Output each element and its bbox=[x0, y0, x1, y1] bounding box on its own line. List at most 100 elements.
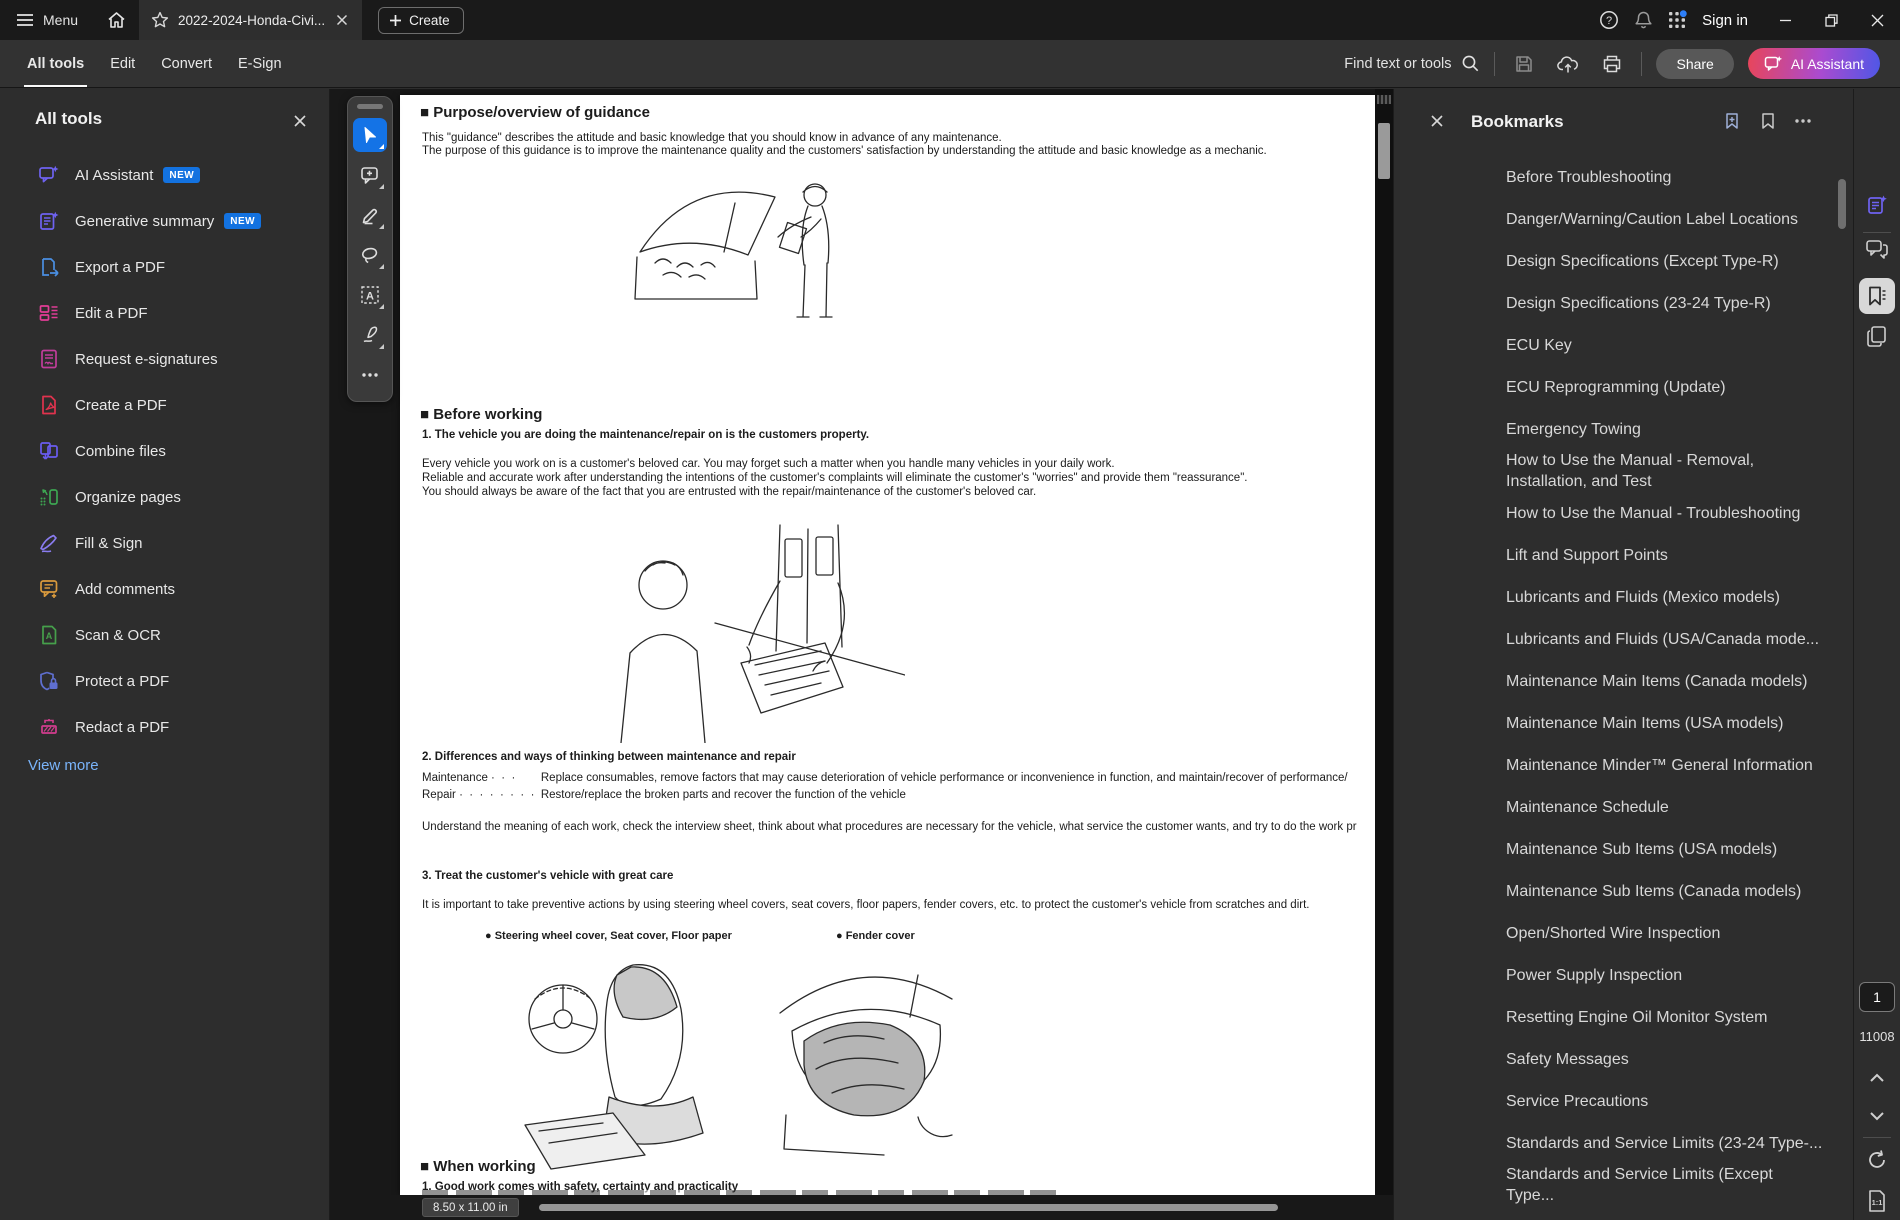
help-button[interactable]: ? bbox=[1592, 0, 1626, 40]
bookmark-item[interactable]: Maintenance Sub Items (USA models) bbox=[1394, 828, 1853, 870]
bookmark-item[interactable]: Standards and Service Limits (23-24 Type… bbox=[1394, 1122, 1853, 1164]
sign-in-button[interactable]: Sign in bbox=[1694, 12, 1762, 29]
sidebar-tool-item[interactable]: Export a PDF bbox=[0, 244, 329, 290]
vertical-scrollbar-thumb[interactable] bbox=[1378, 123, 1390, 179]
plus-icon bbox=[389, 14, 402, 27]
sidebar-tool-item[interactable]: Generative summary NEW bbox=[0, 198, 329, 244]
apps-button[interactable] bbox=[1660, 0, 1694, 40]
minimize-button[interactable] bbox=[1762, 0, 1808, 40]
bookmark-item[interactable]: Power Supply Inspection bbox=[1394, 954, 1853, 996]
add-comment-tool[interactable] bbox=[353, 158, 387, 192]
home-button[interactable] bbox=[94, 0, 139, 40]
rail-divider bbox=[1863, 232, 1891, 233]
restore-button[interactable] bbox=[1808, 0, 1854, 40]
bookmarks-options-icon[interactable] bbox=[1795, 119, 1811, 123]
bookmark-item[interactable]: Emergency Towing bbox=[1394, 408, 1853, 450]
sidebar-tool-item[interactable]: Add comments bbox=[0, 566, 329, 612]
pages-rail-button[interactable] bbox=[1866, 325, 1888, 349]
bookmark-item[interactable]: Service Precautions bbox=[1394, 1080, 1853, 1122]
bookmark-item[interactable]: Maintenance Schedule bbox=[1394, 786, 1853, 828]
bookmark-item[interactable]: Design Specifications (Except Type-R) bbox=[1394, 240, 1853, 282]
select-tool[interactable] bbox=[353, 118, 387, 152]
bookmark-icon[interactable] bbox=[1759, 112, 1777, 130]
share-button[interactable]: Share bbox=[1656, 48, 1734, 79]
sidebar-tool-item[interactable]: Redact a PDF bbox=[0, 704, 329, 750]
sidebar-tool-item[interactable]: Combine files bbox=[0, 428, 329, 474]
vertical-scrollbar[interactable] bbox=[1375, 89, 1393, 1195]
menu-all-tools[interactable]: All tools bbox=[14, 40, 97, 87]
menu-esign[interactable]: E-Sign bbox=[225, 40, 295, 87]
comments-rail-button[interactable] bbox=[1865, 239, 1889, 261]
sidebar-tool-item[interactable]: Fill & Sign bbox=[0, 520, 329, 566]
notifications-button[interactable] bbox=[1626, 0, 1660, 40]
add-bookmark-icon[interactable] bbox=[1723, 112, 1741, 130]
scrollbar-grip[interactable] bbox=[1377, 95, 1391, 104]
previous-page-button[interactable] bbox=[1869, 1073, 1885, 1083]
tool-label: Request e-signatures bbox=[75, 350, 218, 368]
page-number-input[interactable]: 1 bbox=[1859, 982, 1895, 1012]
sidebar-tool-item[interactable]: Organize pages bbox=[0, 474, 329, 520]
upload-cloud-button[interactable] bbox=[1553, 47, 1583, 81]
sidebar-tool-item[interactable]: Request e-signatures bbox=[0, 336, 329, 382]
lasso-tool[interactable] bbox=[353, 238, 387, 272]
bookmarks-rail-button-active[interactable] bbox=[1859, 278, 1895, 314]
view-more-link[interactable]: View more bbox=[28, 757, 99, 774]
doc-subheading: 1. The vehicle you are doing the mainten… bbox=[422, 429, 870, 441]
tab-close-icon[interactable] bbox=[334, 12, 350, 28]
sidebar-tool-item[interactable]: Protect a PDF bbox=[0, 658, 329, 704]
bookmark-item[interactable]: Maintenance Minder™ General Information bbox=[1394, 744, 1853, 786]
bookmark-item[interactable]: How to Use the Manual - Troubleshooting bbox=[1394, 492, 1853, 534]
menu-convert[interactable]: Convert bbox=[148, 40, 225, 87]
bookmark-item[interactable]: Standards and Service Limits (Except Typ… bbox=[1394, 1164, 1853, 1206]
doc-paragraph: Every vehicle you work on is a customer'… bbox=[422, 458, 1115, 470]
actual-size-button[interactable]: 1:1 bbox=[1866, 1189, 1888, 1213]
bookmark-item[interactable]: Lubricants and Fluids (USA/Canada mode..… bbox=[1394, 618, 1853, 660]
text-select-tool[interactable]: A bbox=[353, 278, 387, 312]
doc-paragraph: It is important to take preventive actio… bbox=[422, 899, 1310, 911]
bookmark-item[interactable]: Open/Shorted Wire Inspection bbox=[1394, 912, 1853, 954]
bookmark-item[interactable]: Safety Messages bbox=[1394, 1038, 1853, 1080]
create-tab-button[interactable]: Create bbox=[378, 6, 464, 34]
bookmark-item[interactable]: Lubricants and Fluids (Mexico models) bbox=[1394, 576, 1853, 618]
sidebar-tool-item[interactable]: Create a PDF bbox=[0, 382, 329, 428]
ai-assistant-button[interactable]: AI Assistant bbox=[1747, 48, 1880, 79]
bookmark-item[interactable]: Maintenance Sub Items (Canada models) bbox=[1394, 870, 1853, 912]
print-button[interactable] bbox=[1597, 47, 1627, 81]
generative-summary-rail-button[interactable] bbox=[1865, 193, 1889, 217]
close-window-button[interactable] bbox=[1854, 0, 1900, 40]
next-page-button[interactable] bbox=[1869, 1111, 1885, 1121]
bookmark-item[interactable]: Lift and Support Points bbox=[1394, 534, 1853, 576]
sidebar-tool-item[interactable]: AI Assistant NEW bbox=[0, 152, 329, 198]
horizontal-scrollbar-thumb[interactable] bbox=[539, 1204, 1278, 1211]
doc-paragraph: You should always be aware of the fact t… bbox=[422, 486, 1037, 498]
bookmark-item[interactable]: Design Specifications (23-24 Type-R) bbox=[1394, 282, 1853, 324]
close-panel-button[interactable] bbox=[293, 114, 307, 128]
sidebar-tool-item[interactable]: Edit a PDF bbox=[0, 290, 329, 336]
rotate-page-button[interactable] bbox=[1866, 1149, 1888, 1171]
right-rail: 1 11008 1:1 bbox=[1853, 89, 1900, 1220]
bookmark-item[interactable]: ECU Key bbox=[1394, 324, 1853, 366]
bookmark-item[interactable]: ECU Reprogramming (Update) bbox=[1394, 366, 1853, 408]
bookmark-item[interactable]: Resetting Engine Oil Monitor System bbox=[1394, 996, 1853, 1038]
find-text-button[interactable]: Find text or tools bbox=[1344, 54, 1480, 73]
menu-edit[interactable]: Edit bbox=[97, 40, 148, 87]
menu-button[interactable]: Menu bbox=[0, 0, 94, 40]
save-button[interactable] bbox=[1509, 47, 1539, 81]
bookmark-item[interactable]: Before Troubleshooting bbox=[1394, 156, 1853, 198]
doc-paragraph: Repair · · · · · · · · Restore/replace t… bbox=[422, 789, 906, 801]
fill-sign-tool[interactable] bbox=[353, 318, 387, 352]
doc-paragraph: This "guidance" describes the attitude a… bbox=[422, 132, 1002, 144]
close-bookmarks-button[interactable] bbox=[1430, 114, 1444, 128]
sidebar-tool-item[interactable]: A Scan & OCR bbox=[0, 612, 329, 658]
doc-heading-when-working: ■ When working bbox=[420, 1158, 536, 1175]
bookmarks-scrollbar-thumb[interactable] bbox=[1838, 179, 1846, 229]
bookmark-item[interactable]: Danger/Warning/Caution Label Locations bbox=[1394, 198, 1853, 240]
document-tab[interactable]: 2022-2024-Honda-Civi... bbox=[139, 0, 363, 40]
bookmark-item[interactable]: How to Use the Manual - Removal, Install… bbox=[1394, 450, 1853, 492]
draw-tool[interactable] bbox=[353, 198, 387, 232]
more-tools-button[interactable] bbox=[353, 358, 387, 392]
bookmark-item[interactable]: Maintenance Main Items (USA models) bbox=[1394, 702, 1853, 744]
bookmarks-title: Bookmarks bbox=[1471, 112, 1564, 131]
palette-drag-handle[interactable] bbox=[357, 104, 383, 109]
bookmark-item[interactable]: Maintenance Main Items (Canada models) bbox=[1394, 660, 1853, 702]
